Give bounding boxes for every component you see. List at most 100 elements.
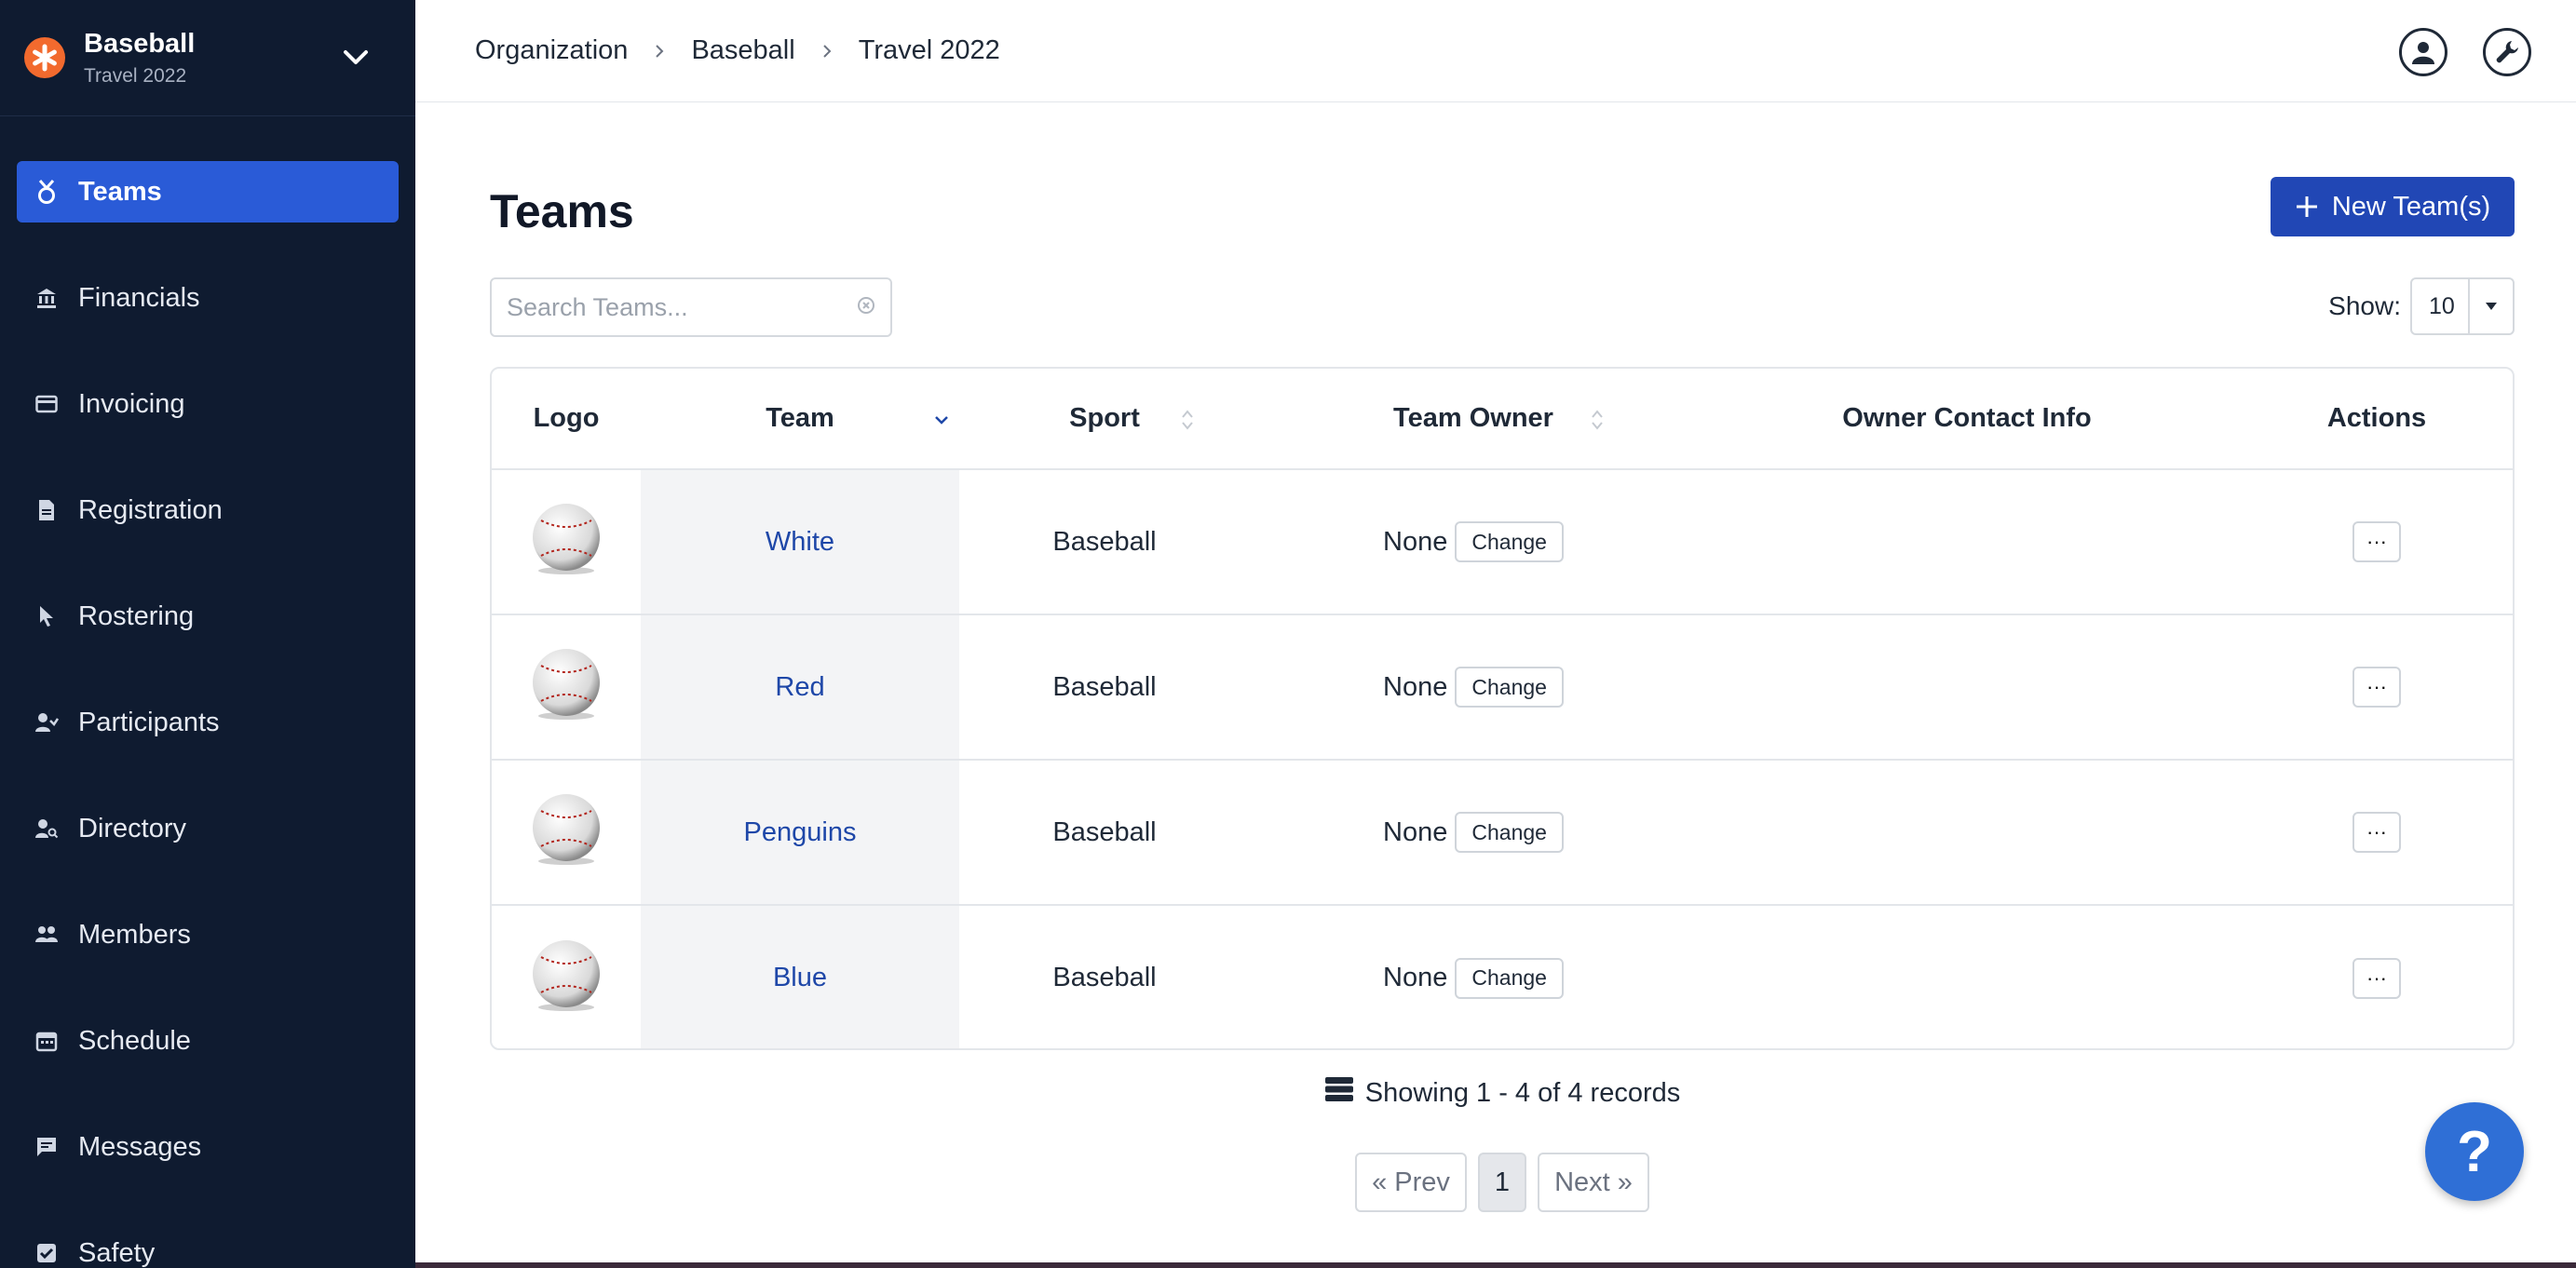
sidebar-item-financials[interactable]: Financials [17, 267, 399, 329]
chevron-down-icon[interactable] [339, 41, 373, 74]
change-owner-button[interactable]: Change [1455, 667, 1564, 708]
sidebar-item-rostering[interactable]: Rostering [17, 586, 399, 647]
caret-down-icon [2470, 302, 2513, 311]
actions-menu-button[interactable]: ··· [2352, 667, 2401, 708]
new-teams-label: New Team(s) [2331, 191, 2491, 222]
page-title: Teams [490, 185, 634, 237]
sidebar-item-directory[interactable]: Directory [17, 798, 399, 859]
breadcrumb-travel[interactable]: Travel 2022 [859, 35, 1000, 66]
table-row: Red Baseball None Change ··· [492, 614, 2513, 761]
medal-icon [34, 179, 60, 205]
table-header-row: Logo Team Sport Team Owner Owner Contact… [492, 369, 2513, 470]
sort-icon[interactable] [1589, 408, 1606, 432]
team-link[interactable]: Red [775, 672, 824, 702]
show-label: Show: [2328, 291, 2401, 320]
owner-contact-cell [1697, 905, 2237, 1048]
sort-icon[interactable] [1179, 408, 1196, 432]
sport-cell: Baseball [959, 469, 1250, 615]
sidebar-item-safety[interactable]: Safety [17, 1222, 399, 1268]
sidebar-item-label: Schedule [78, 1025, 191, 1056]
new-teams-button[interactable]: New Team(s) [2271, 177, 2515, 236]
actions-menu-button[interactable]: ··· [2352, 812, 2401, 853]
sidebar-item-label: Teams [78, 176, 162, 207]
column-actions: Actions [2237, 369, 2513, 470]
baseball-logo-icon [533, 939, 600, 1011]
sport-cell: Baseball [959, 614, 1250, 761]
sidebar-item-schedule[interactable]: Schedule [17, 1010, 399, 1072]
org-name: Baseball [84, 28, 196, 59]
sidebar-nav: Teams Financials Invoicing Registration … [0, 116, 415, 1268]
breadcrumb: Organization Baseball Travel 2022 [475, 35, 1000, 66]
team-link[interactable]: Penguins [744, 817, 857, 847]
sidebar-item-label: Registration [78, 494, 223, 525]
owner-contact-cell [1697, 614, 2237, 761]
team-link[interactable]: Blue [773, 963, 827, 992]
change-owner-button[interactable]: Change [1455, 521, 1564, 562]
sidebar-item-label: Members [78, 919, 191, 950]
org-subtitle: Travel 2022 [84, 64, 187, 87]
column-team-owner[interactable]: Team Owner [1250, 369, 1697, 470]
sidebar-item-registration[interactable]: Registration [17, 479, 399, 541]
members-icon [34, 922, 60, 948]
wrench-icon[interactable] [2483, 28, 2531, 76]
sort-desc-icon[interactable] [933, 408, 950, 432]
column-owner-label: Team Owner [1393, 403, 1553, 433]
owner-contact-cell [1697, 469, 2237, 615]
sidebar-item-invoicing[interactable]: Invoicing [17, 373, 399, 435]
sidebar-item-label: Participants [78, 707, 220, 737]
owner-value: None [1383, 816, 1448, 847]
change-owner-button[interactable]: Change [1455, 812, 1564, 853]
teams-table: Logo Team Sport Team Owner Owner Contact… [490, 367, 2515, 1050]
column-team-label: Team [766, 403, 834, 433]
user-icon[interactable] [2399, 28, 2447, 76]
next-page-button[interactable]: Next » [1538, 1153, 1649, 1212]
sidebar-item-label: Rostering [78, 600, 195, 631]
page-1-button[interactable]: 1 [1477, 1153, 1527, 1212]
sidebar-item-label: Safety [78, 1237, 156, 1268]
org-logo-icon [24, 37, 65, 78]
records-summary: Showing 1 - 4 of 4 records [490, 1076, 2515, 1110]
actions-menu-button[interactable]: ··· [2352, 521, 2401, 562]
owner-value: None [1383, 963, 1448, 992]
clear-icon[interactable] [857, 296, 875, 319]
search-input[interactable] [507, 292, 857, 322]
sidebar-item-participants[interactable]: Participants [17, 692, 399, 753]
bottom-edge [415, 1262, 2576, 1268]
team-link[interactable]: White [766, 527, 834, 557]
page-size-value: 10 [2412, 279, 2470, 333]
sidebar-item-label: Directory [78, 813, 187, 843]
column-team[interactable]: Team [641, 369, 959, 470]
check-badge-icon [34, 1240, 60, 1266]
org-switcher[interactable]: Baseball Travel 2022 [0, 0, 415, 116]
plus-icon [2296, 196, 2317, 217]
sidebar-item-teams[interactable]: Teams [17, 161, 399, 223]
sidebar-item-messages[interactable]: Messages [17, 1116, 399, 1178]
baseball-logo-icon [533, 649, 600, 720]
baseball-logo-icon [533, 504, 600, 574]
calendar-icon [34, 1028, 60, 1054]
actions-menu-button[interactable]: ··· [2352, 957, 2401, 999]
bank-icon [34, 285, 60, 311]
prev-page-button[interactable]: « Prev [1355, 1153, 1467, 1212]
chevron-right-icon [652, 44, 667, 59]
sidebar-item-members[interactable]: Members [17, 904, 399, 965]
breadcrumb-baseball[interactable]: Baseball [691, 35, 794, 66]
column-sport[interactable]: Sport [959, 369, 1250, 470]
cursor-icon [34, 603, 60, 629]
page-size-select[interactable]: 10 [2410, 277, 2515, 335]
help-button[interactable]: ? [2425, 1102, 2524, 1201]
change-owner-button[interactable]: Change [1455, 957, 1564, 999]
page-size-control: Show: 10 [2328, 277, 2515, 335]
pagination: « Prev 1 Next » [490, 1153, 2515, 1212]
sidebar: Baseball Travel 2022 Teams Financials In… [0, 0, 415, 1268]
sidebar-item-label: Invoicing [78, 388, 185, 419]
column-logo: Logo [492, 369, 641, 470]
sport-cell: Baseball [959, 760, 1250, 906]
owner-value: None [1383, 526, 1448, 557]
column-owner-contact: Owner Contact Info [1697, 369, 2237, 470]
table-row: Penguins Baseball None Change ··· [492, 760, 2513, 906]
owner-value: None [1383, 671, 1448, 702]
breadcrumb-organization[interactable]: Organization [475, 35, 628, 66]
records-text: Showing 1 - 4 of 4 records [1364, 1077, 1681, 1108]
search-box [490, 277, 892, 337]
